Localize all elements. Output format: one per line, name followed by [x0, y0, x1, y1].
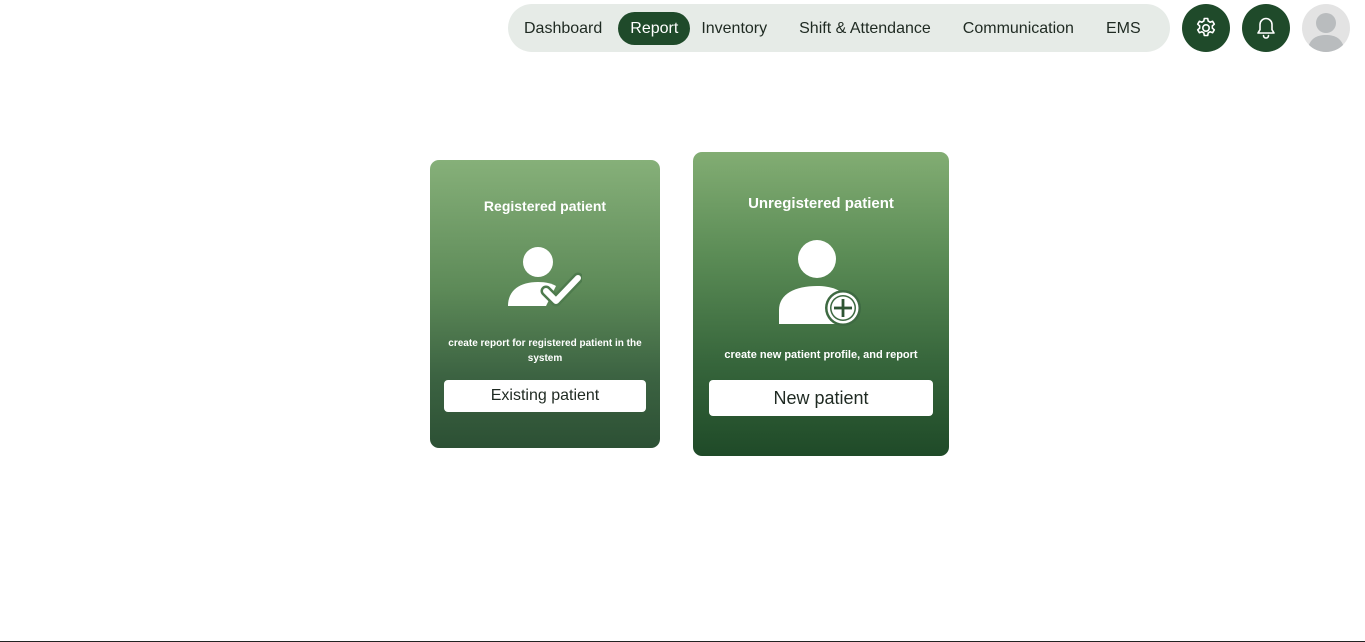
gear-icon [1196, 17, 1216, 37]
registered-patient-card: Registered patient create report for reg… [430, 160, 660, 448]
notifications-button[interactable] [1242, 4, 1290, 52]
existing-patient-button[interactable]: Existing patient [444, 380, 646, 412]
nav-item-inventory[interactable]: Inventory [690, 12, 778, 45]
user-check-icon [508, 247, 582, 307]
report-page: Dashboard Report Inventory Shift & Atten… [0, 0, 1365, 642]
bell-icon [1257, 17, 1275, 39]
card-icon-wrapper [693, 240, 949, 328]
unregistered-patient-card: Unregistered patient create new patient … [693, 152, 949, 456]
nav-item-shift-attendance[interactable]: Shift & Attendance [788, 12, 942, 45]
new-patient-button[interactable]: New patient [709, 380, 933, 416]
nav-item-report[interactable]: Report [618, 11, 691, 45]
nav-item-communication[interactable]: Communication [952, 12, 1085, 45]
nav-item-ems[interactable]: EMS [1095, 12, 1152, 45]
card-icon-wrapper [430, 246, 660, 310]
card-description: create new patient profile, and report [724, 349, 918, 361]
user-avatar[interactable] [1302, 4, 1350, 52]
user-plus-icon [779, 240, 861, 326]
top-navigation: Dashboard Report Inventory Shift & Atten… [508, 4, 1170, 52]
card-title: Registered patient [483, 198, 607, 214]
card-title: Unregistered patient [748, 195, 894, 212]
card-description: create report for registered patient in … [448, 338, 642, 364]
settings-button[interactable] [1182, 4, 1230, 52]
user-avatar-icon [1307, 13, 1345, 52]
nav-item-dashboard[interactable]: Dashboard [523, 12, 613, 45]
